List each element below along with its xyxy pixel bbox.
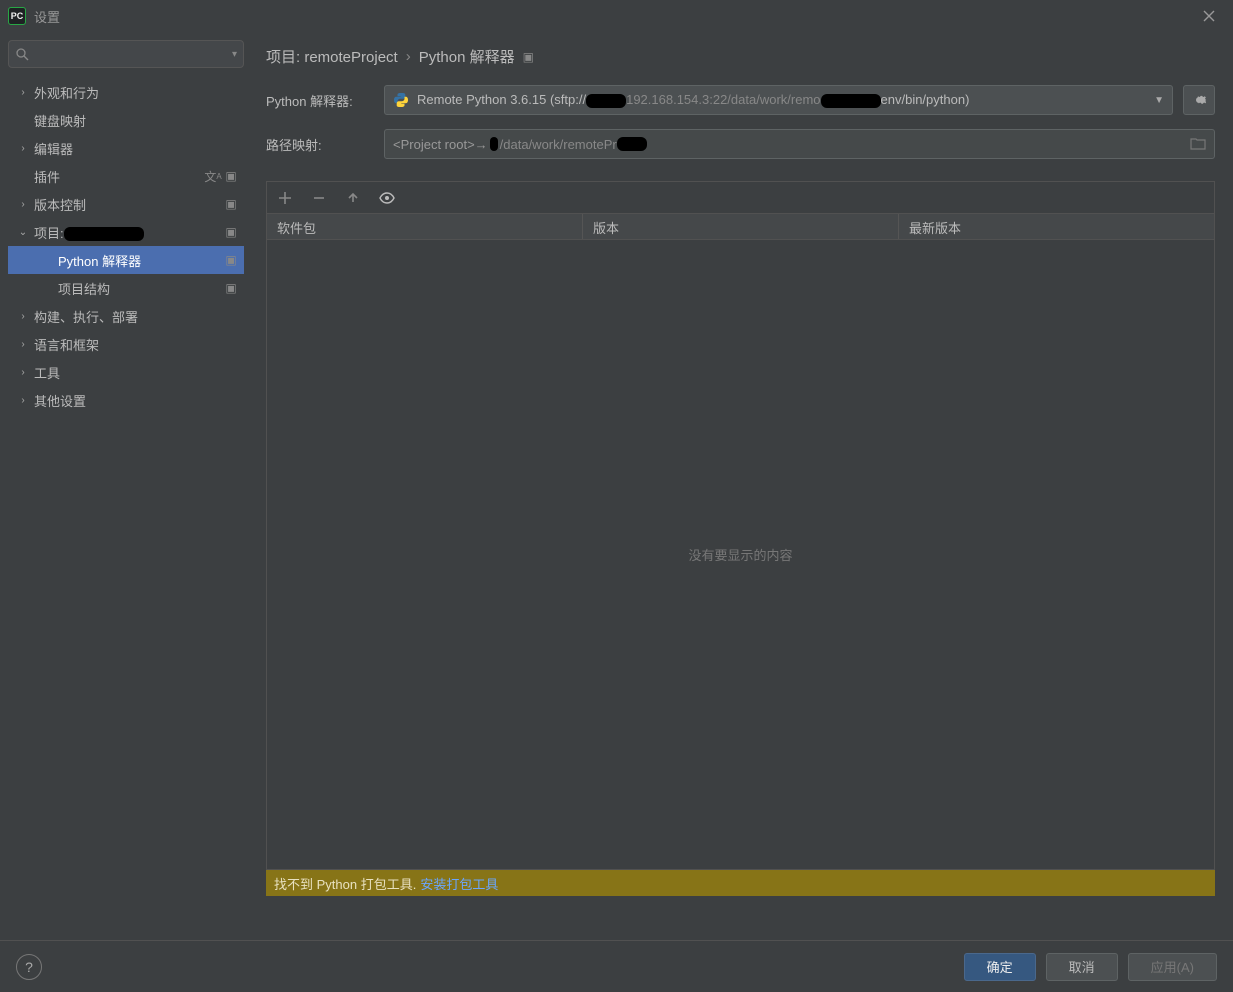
add-package-button[interactable] <box>277 190 293 206</box>
redacted-text <box>64 227 144 241</box>
chevron-right-icon: › <box>16 339 30 350</box>
chevron-right-icon: › <box>16 367 30 378</box>
settings-gear-button[interactable] <box>1183 85 1215 115</box>
redacted-text <box>821 94 881 108</box>
sidebar-item-label: Python 解释器 <box>58 251 220 270</box>
settings-tree: ›外观和行为›键盘映射›编辑器›插件文A▣›版本控制▣⌄项目:▣›Python … <box>8 78 244 414</box>
packages-toolbar <box>267 182 1214 214</box>
sidebar-item-4[interactable]: › 版本控制 ▣ <box>8 190 244 218</box>
interpreter-select[interactable]: Remote Python 3.6.15 (sftp://192.168.154… <box>384 85 1173 115</box>
chevron-right-icon: › <box>16 395 30 406</box>
sidebar-item-3[interactable]: ›插件文A▣ <box>8 162 244 190</box>
dropdown-icon: ▼ <box>1154 95 1164 106</box>
help-button[interactable]: ? <box>16 954 42 980</box>
interpreter-row: Python 解释器: Remote Python 3.6.15 (sftp:/… <box>266 85 1215 115</box>
path-mapping-row: 路径映射: <Project root>→/data/work/remotePr <box>266 129 1215 159</box>
cancel-button[interactable]: 取消 <box>1046 953 1118 981</box>
sidebar-item-label: 项目: <box>34 223 220 242</box>
window-title: 设置 <box>34 7 60 26</box>
redacted-text <box>586 94 626 108</box>
path-mapping-label: 路径映射: <box>266 135 374 154</box>
settings-sidebar: ▾ ›外观和行为›键盘映射›编辑器›插件文A▣›版本控制▣⌄项目:▣›Pytho… <box>0 32 248 908</box>
square-icon: ▣ <box>224 197 238 211</box>
sidebar-item-2[interactable]: › 编辑器 <box>8 134 244 162</box>
ok-button[interactable]: 确定 <box>964 953 1036 981</box>
chevron-down-icon: ⌄ <box>16 227 30 238</box>
sidebar-item-label: 版本控制 <box>34 195 220 214</box>
window-mode-icon: ▣ <box>523 50 534 64</box>
sidebar-item-9[interactable]: › 语言和框架 <box>8 330 244 358</box>
redacted-text <box>617 137 647 151</box>
install-tools-link[interactable]: 安装打包工具 <box>420 874 498 893</box>
warning-bar: 找不到 Python 打包工具. 安装打包工具 <box>266 870 1215 896</box>
breadcrumb-part-1: 项目: remoteProject <box>266 46 398 67</box>
path-mapping-value[interactable]: <Project root>→/data/work/remotePr <box>384 129 1215 159</box>
sidebar-item-1[interactable]: ›键盘映射 <box>8 106 244 134</box>
app-icon: PC <box>8 7 26 25</box>
sidebar-item-5[interactable]: ⌄ 项目: ▣ <box>8 218 244 246</box>
breadcrumb-part-2: Python 解释器 <box>419 46 515 67</box>
square-icon: ▣ <box>224 281 238 295</box>
sidebar-item-label: 外观和行为 <box>34 83 238 102</box>
search-input[interactable] <box>29 47 232 62</box>
sidebar-item-6[interactable]: ›Python 解释器▣ <box>8 246 244 274</box>
square-icon: ▣ <box>224 169 238 183</box>
sidebar-item-label: 插件 <box>34 167 202 186</box>
chevron-right-icon: › <box>16 87 30 98</box>
packages-header: 软件包 版本 最新版本 <box>267 214 1214 240</box>
chevron-right-icon: › <box>16 199 30 210</box>
sidebar-item-11[interactable]: › 其他设置 <box>8 386 244 414</box>
apply-button[interactable]: 应用(A) <box>1128 953 1217 981</box>
sidebar-item-label: 其他设置 <box>34 391 238 410</box>
sidebar-item-0[interactable]: › 外观和行为 <box>8 78 244 106</box>
sidebar-item-label: 构建、执行、部署 <box>34 307 238 326</box>
interpreter-label: Python 解释器: <box>266 91 374 110</box>
remove-package-button[interactable] <box>311 190 327 206</box>
titlebar: PC 设置 <box>0 0 1233 32</box>
packages-panel: 软件包 版本 最新版本 没有要显示的内容 <box>266 181 1215 870</box>
square-icon: ▣ <box>224 225 238 239</box>
sidebar-item-label: 语言和框架 <box>34 335 238 354</box>
packages-col-version[interactable]: 版本 <box>583 214 899 239</box>
sidebar-item-label: 工具 <box>34 363 238 382</box>
square-icon: ▣ <box>224 253 238 267</box>
warning-text: 找不到 Python 打包工具. <box>274 874 416 893</box>
chevron-right-icon: › <box>16 311 30 322</box>
upgrade-package-button[interactable] <box>345 190 361 206</box>
sidebar-item-7[interactable]: ›项目结构▣ <box>8 274 244 302</box>
sidebar-item-label: 键盘映射 <box>34 111 238 130</box>
packages-empty-text: 没有要显示的内容 <box>267 240 1214 869</box>
sidebar-item-10[interactable]: › 工具 <box>8 358 244 386</box>
search-input-wrap[interactable]: ▾ <box>8 40 244 68</box>
sidebar-item-8[interactable]: › 构建、执行、部署 <box>8 302 244 330</box>
sidebar-item-label: 编辑器 <box>34 139 238 158</box>
interpreter-value: Remote Python 3.6.15 (sftp://192.168.154… <box>417 92 1146 108</box>
packages-col-latest[interactable]: 最新版本 <box>899 214 1214 239</box>
packages-col-name[interactable]: 软件包 <box>267 214 583 239</box>
breadcrumb-sep-icon: › <box>406 48 411 65</box>
search-icon <box>15 47 29 61</box>
redacted-text <box>490 137 498 151</box>
chevron-right-icon: › <box>16 143 30 154</box>
content-area: 项目: remoteProject › Python 解释器 ▣ Python … <box>248 32 1233 908</box>
language-icon: 文A <box>206 169 220 183</box>
dialog-footer: ? 确定 取消 应用(A) <box>0 940 1233 992</box>
sidebar-item-label: 项目结构 <box>58 279 220 298</box>
folder-icon[interactable] <box>1190 136 1206 153</box>
breadcrumb: 项目: remoteProject › Python 解释器 ▣ <box>266 46 1215 67</box>
show-early-releases-button[interactable] <box>379 190 395 206</box>
gear-icon <box>1191 92 1207 108</box>
python-icon <box>393 92 409 108</box>
close-button[interactable] <box>1193 2 1225 30</box>
